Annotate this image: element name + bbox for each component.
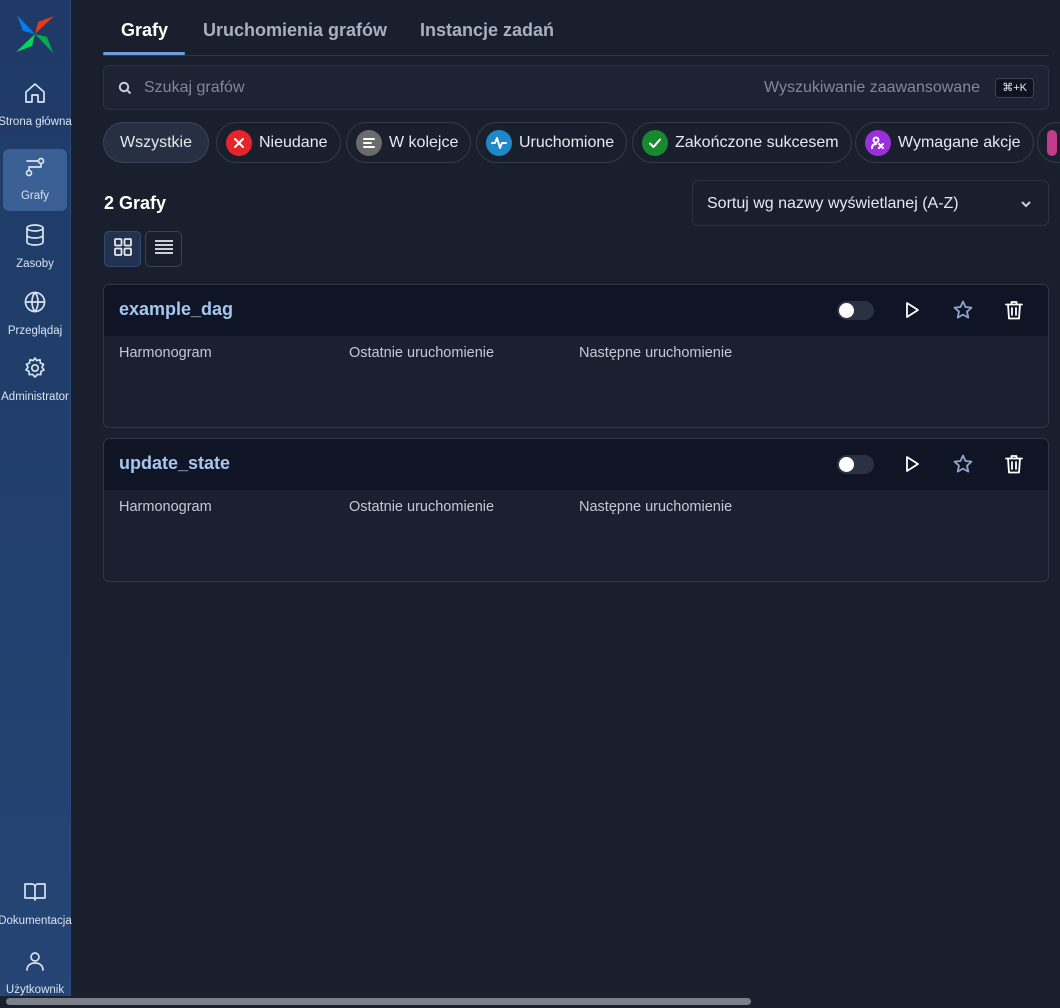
grid-icon	[113, 237, 133, 262]
favorite-button[interactable]	[952, 453, 974, 475]
gear-icon	[23, 356, 47, 385]
user-icon	[23, 949, 47, 978]
sidebar-item-dags[interactable]: Grafy	[3, 149, 67, 211]
last-run-label: Ostatnie uruchomienie	[349, 499, 495, 515]
favorite-button[interactable]	[952, 299, 974, 321]
pause-toggle[interactable]	[837, 455, 874, 474]
sidebar-item-admin[interactable]: Administrator	[1, 350, 69, 412]
filter-label: Nieudane	[259, 133, 328, 151]
card-view-button[interactable]	[104, 231, 141, 267]
filter-label: W kolejce	[389, 133, 459, 151]
sidebar-item-label: Strona główna	[0, 116, 72, 128]
dag-count: 2 Grafy	[104, 193, 167, 213]
dags-icon	[23, 155, 47, 184]
filter-running[interactable]: Uruchomione	[476, 122, 628, 163]
more-state-icon	[1047, 129, 1057, 156]
airflow-logo[interactable]	[14, 13, 56, 55]
trigger-button[interactable]	[901, 299, 923, 321]
sidebar-item-docs[interactable]: Dokumentacja	[0, 874, 72, 936]
sort-value: Sortuj wg nazwy wyświetlanej (A-Z)	[707, 195, 959, 212]
sidebar-item-label: Dokumentacja	[0, 915, 72, 927]
tab-task-instances[interactable]: Instancje zadań	[420, 20, 554, 41]
sidebar-item-label: Zasoby	[16, 258, 54, 270]
filter-deferred[interactable]: Wymagane akcje	[855, 122, 1034, 163]
advanced-search-link[interactable]: Wyszukiwanie zaawansowane	[764, 79, 980, 97]
trash-icon	[1005, 455, 1023, 474]
search-bar: Wyszukiwanie zaawansowane ⌘+K	[103, 65, 1049, 110]
sort-select[interactable]: Sortuj wg nazwy wyświetlanej (A-Z)	[692, 180, 1049, 226]
filter-label: Uruchomione	[519, 133, 615, 151]
pause-toggle[interactable]	[837, 301, 874, 320]
trigger-button[interactable]	[901, 453, 923, 475]
last-run-label: Ostatnie uruchomienie	[349, 345, 495, 361]
play-icon	[906, 456, 919, 472]
filter-label: Wymagane akcje	[898, 133, 1021, 151]
dag-card-header: update_state	[104, 439, 1048, 490]
schedule-label: Harmonogram	[119, 499, 212, 515]
home-icon	[23, 81, 47, 110]
chevron-down-icon	[1021, 201, 1031, 208]
x-icon	[226, 129, 252, 156]
play-icon	[906, 302, 919, 318]
search-icon	[118, 81, 132, 95]
trash-icon	[1005, 301, 1023, 320]
dag-card-header: example_dag	[104, 285, 1048, 336]
filter-all[interactable]: Wszystkie	[103, 122, 209, 163]
filter-label: Wszystkie	[120, 133, 192, 151]
dag-card: example_dag Harmonogram Ostatnie uruchom…	[103, 284, 1049, 428]
active-tab-indicator	[103, 52, 185, 55]
keyboard-shortcut-badge: ⌘+K	[995, 78, 1034, 98]
horizontal-scrollbar[interactable]	[0, 996, 1060, 1008]
filter-failed[interactable]: Nieudane	[216, 122, 341, 163]
search-input[interactable]	[144, 76, 704, 100]
dag-name-link[interactable]: example_dag	[119, 299, 233, 320]
tab-dag-runs[interactable]: Uruchomienia grafów	[203, 20, 387, 41]
check-icon	[642, 129, 668, 156]
sidebar-item-assets[interactable]: Zasoby	[3, 217, 67, 279]
main-tabs: Grafy Uruchomienia grafów Instancje zada…	[103, 0, 1049, 56]
next-run-label: Następne uruchomienie	[579, 345, 733, 361]
sidebar-item-label: Administrator	[1, 391, 69, 403]
sidebar-item-label: Grafy	[20, 190, 50, 202]
database-icon	[23, 223, 47, 252]
filter-label: Zakończone sukcesem	[675, 133, 839, 151]
sidebar-item-home[interactable]: Strona główna	[0, 75, 72, 137]
filter-queued[interactable]: W kolejce	[346, 122, 472, 163]
filter-more[interactable]	[1037, 122, 1060, 163]
sidebar-item-label: Przeglądaj	[7, 325, 63, 337]
hand-icon	[865, 129, 891, 156]
next-run-label: Następne uruchomienie	[579, 499, 733, 515]
sidebar-item-label: Użytkownik	[5, 984, 65, 996]
scrollbar-thumb[interactable]	[6, 998, 751, 1005]
delete-button[interactable]	[1003, 453, 1025, 475]
activity-icon	[486, 129, 512, 156]
list-icon	[154, 237, 174, 262]
book-icon	[23, 880, 47, 909]
filter-success[interactable]: Zakończone sukcesem	[632, 122, 852, 163]
dag-card: update_state Harmonogram Ostatnie urucho…	[103, 438, 1049, 582]
globe-icon	[23, 290, 47, 319]
delete-button[interactable]	[1003, 299, 1025, 321]
star-icon	[953, 300, 973, 319]
dag-name-link[interactable]: update_state	[119, 453, 230, 474]
sidebar-item-browse[interactable]: Przeglądaj	[3, 284, 67, 346]
star-icon	[953, 454, 973, 473]
schedule-label: Harmonogram	[119, 345, 212, 361]
table-view-button[interactable]	[145, 231, 182, 267]
state-filters: Wszystkie Nieudane W kolejce Uruchomione…	[103, 122, 1060, 164]
tab-dags[interactable]: Grafy	[121, 20, 168, 41]
queue-icon	[356, 129, 382, 156]
sidebar: Strona główna Grafy Zasoby Przeglądaj Ad…	[0, 0, 72, 1008]
